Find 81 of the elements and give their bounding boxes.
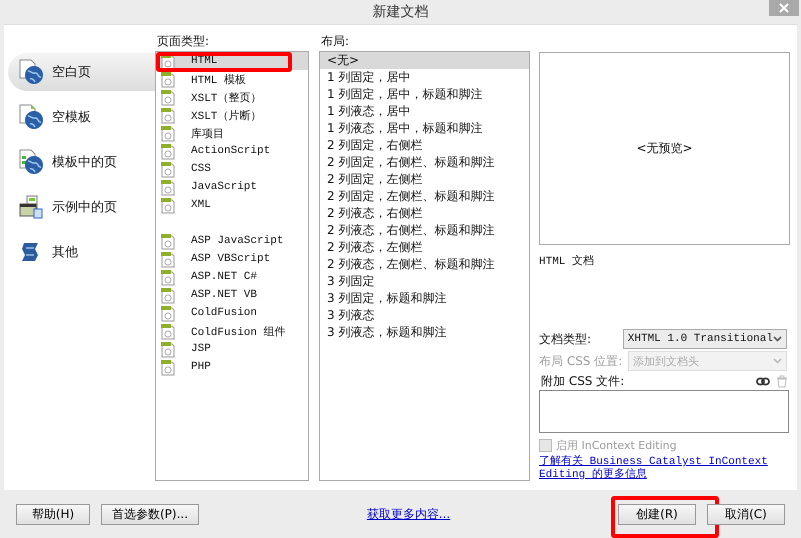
window-title: 新建文档 (372, 3, 428, 21)
layout-item[interactable]: <无> (320, 52, 529, 69)
page-type-item[interactable]: PHP (156, 358, 308, 376)
document-description: HTML 文档 (539, 254, 596, 268)
layout-item[interactable]: 1 列固定，居中，标题和脚注 (320, 86, 529, 103)
page-type-item[interactable]: ASP.NET VB (156, 286, 308, 304)
document-icon (160, 160, 176, 178)
page-type-item[interactable]: ASP JavaScript (156, 232, 308, 250)
layout-item[interactable]: 2 列固定，左侧栏、标题和脚注 (320, 188, 529, 205)
doctype-dropdown[interactable]: XHTML 1.0 Transitional (622, 329, 787, 349)
chevron-icon (773, 336, 782, 342)
layout-item[interactable]: 1 列液态，居中，标题和脚注 (320, 120, 529, 137)
page-type-item[interactable]: XML (156, 196, 308, 214)
sample-page-icon (18, 194, 44, 220)
category-item[interactable]: 示例中的页 (8, 188, 155, 226)
layout-item[interactable]: 3 列液态，标题和脚注 (320, 324, 529, 341)
layout-item[interactable]: 1 列固定，居中 (320, 69, 529, 86)
page-type-item[interactable]: 库项目 (156, 124, 308, 142)
more-content-link[interactable]: 获取更多内容... (366, 506, 450, 522)
layout-item[interactable]: 3 列液态 (320, 307, 529, 324)
document-icon (160, 178, 176, 196)
layout-item[interactable]: 2 列固定，右侧栏 (320, 137, 529, 154)
page-type-item[interactable]: ASP.NET C# (156, 268, 308, 286)
layout-css-label: 布局 CSS 位置: (539, 352, 624, 370)
category-item[interactable]: 其他 (8, 233, 155, 271)
doctype-label: 文档类型: (539, 330, 592, 348)
page-globe-icon (18, 104, 44, 130)
page-type-item[interactable]: JSP (156, 340, 308, 358)
close-icon (778, 2, 790, 14)
layout-item[interactable]: 2 列固定，右侧栏、标题和脚注 (320, 154, 529, 171)
page-type-item[interactable]: ColdFusion 组件 (156, 322, 308, 340)
attach-css-label: 附加 CSS 文件: (541, 372, 624, 390)
document-icon (160, 268, 176, 286)
page-type-item[interactable]: XSLT（片断） (156, 106, 308, 124)
document-icon (160, 250, 176, 268)
info-link[interactable]: 了解有关 Business Catalyst InContext Editing 的更多信息 (539, 456, 790, 482)
page-type-label: 页面类型: (156, 33, 210, 50)
layout-item[interactable]: 2 列液态，左侧栏、标题和脚注 (320, 256, 529, 273)
document-icon (160, 358, 176, 376)
document-icon (160, 88, 176, 106)
footer-button[interactable]: 帮助(H) (16, 504, 90, 524)
page-type-item[interactable]: ActionScript (156, 142, 308, 160)
document-icon (160, 196, 176, 214)
page-type-item[interactable]: CSS (156, 160, 308, 178)
close-button[interactable] (769, 0, 799, 16)
page-globe-icon (18, 59, 44, 85)
document-icon (160, 70, 176, 88)
document-icon (160, 106, 176, 124)
document-icon (160, 340, 176, 358)
trash-icon[interactable] (776, 374, 788, 388)
layout-item[interactable]: 1 列液态，居中 (320, 103, 529, 120)
layout-item[interactable]: 2 列固定，左侧栏 (320, 171, 529, 188)
document-icon (160, 232, 176, 250)
document-icon (160, 142, 176, 160)
page-type-item[interactable]: ASP VBScript (156, 250, 308, 268)
layout-item[interactable]: 3 列固定，标题和脚注 (320, 290, 529, 307)
chevron-icon (773, 358, 782, 364)
layout-item[interactable]: 2 列液态，右侧栏 (320, 205, 529, 222)
document-icon (160, 322, 176, 340)
css-file-list[interactable] (539, 390, 789, 433)
layout-item[interactable]: 3 列固定 (320, 273, 529, 290)
page-globe-icon (18, 149, 44, 175)
page-type-item[interactable]: XSLT（整页） (156, 88, 308, 106)
footer-button[interactable]: 首选参数(P)... (101, 504, 200, 524)
document-icon (160, 304, 176, 322)
category-item[interactable]: 空模板 (8, 98, 155, 136)
layout-item[interactable]: 2 列液态，左侧栏 (320, 239, 529, 256)
preview-text: <无预览> (636, 140, 693, 157)
page-type-item[interactable]: HTML 模板 (156, 70, 308, 88)
footer-button[interactable]: 取消(C) (707, 504, 785, 524)
layout-label: 布局: (320, 33, 350, 50)
category-item[interactable]: 空白页 (8, 53, 155, 91)
document-icon (160, 286, 176, 304)
document-icon (160, 124, 176, 142)
footer-button[interactable]: 创建(R) (618, 504, 696, 524)
page-type-item[interactable]: ColdFusion (156, 304, 308, 322)
category-item[interactable]: 模板中的页 (8, 143, 155, 181)
incontext-label: 启用 InContext Editing (556, 438, 677, 452)
layout-item[interactable]: 2 列液态，右侧栏、标题和脚注 (320, 222, 529, 239)
page-type-item[interactable]: JavaScript (156, 178, 308, 196)
link-icon[interactable] (756, 376, 770, 386)
